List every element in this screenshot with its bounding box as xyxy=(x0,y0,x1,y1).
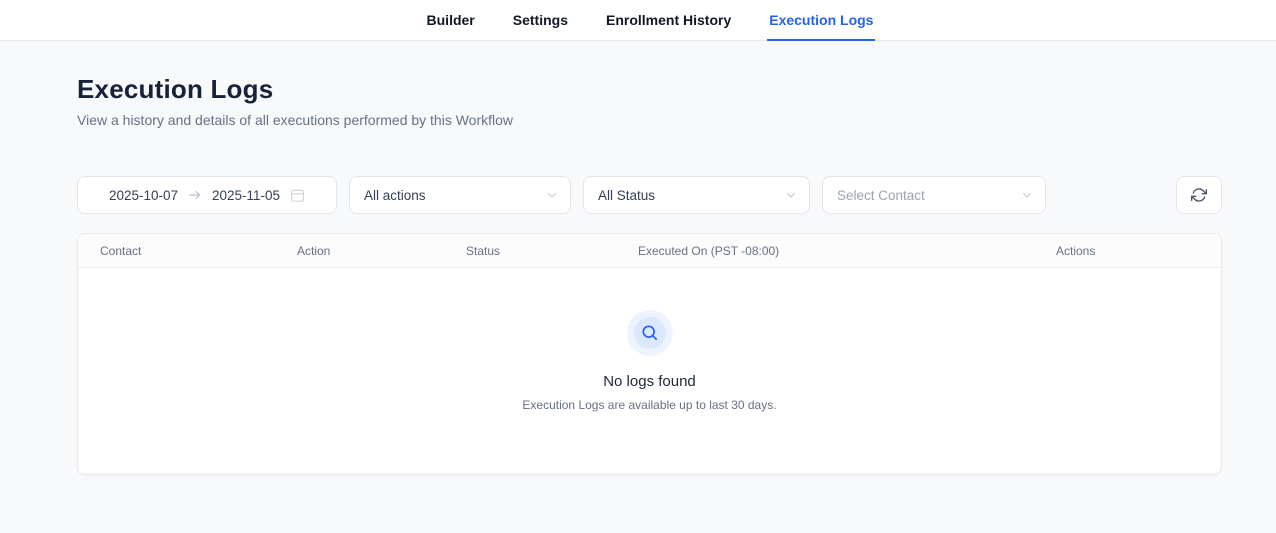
column-header-action: Action xyxy=(297,244,466,258)
empty-state-caption: Execution Logs are available up to last … xyxy=(522,398,776,412)
logs-table-card: Contact Action Status Executed On (PST -… xyxy=(77,233,1222,475)
refresh-button[interactable] xyxy=(1176,176,1222,214)
status-filter-value: All Status xyxy=(598,188,655,203)
execution-logs-page: Execution Logs View a history and detail… xyxy=(0,41,1276,475)
contact-filter-placeholder: Select Contact xyxy=(837,188,925,203)
chevron-down-icon xyxy=(785,189,797,201)
calendar-icon xyxy=(290,188,305,203)
actions-filter-value: All actions xyxy=(364,188,426,203)
logs-table-header: Contact Action Status Executed On (PST -… xyxy=(78,234,1221,268)
page-title: Execution Logs xyxy=(77,74,1222,105)
date-range-picker[interactable]: 2025-10-07 2025-11-05 xyxy=(77,176,337,214)
column-header-actions: Actions xyxy=(1056,244,1221,258)
column-header-contact: Contact xyxy=(78,244,297,258)
tab-enrollment-history[interactable]: Enrollment History xyxy=(604,0,733,41)
column-header-status: Status xyxy=(466,244,638,258)
chevron-down-icon xyxy=(1021,189,1033,201)
tab-builder[interactable]: Builder xyxy=(425,0,477,41)
tab-settings[interactable]: Settings xyxy=(511,0,570,41)
tab-execution-logs[interactable]: Execution Logs xyxy=(767,0,875,41)
date-start[interactable]: 2025-10-07 xyxy=(109,188,178,203)
page-subtitle: View a history and details of all execut… xyxy=(77,112,1222,128)
refresh-icon xyxy=(1191,187,1207,203)
empty-state: No logs found Execution Logs are availab… xyxy=(78,268,1221,475)
empty-state-halo xyxy=(627,310,673,356)
actions-filter-select[interactable]: All actions xyxy=(349,176,571,214)
empty-state-halo-inner xyxy=(634,317,666,349)
column-header-executed-on: Executed On (PST -08:00) xyxy=(638,244,1056,258)
empty-state-title: No logs found xyxy=(603,373,696,390)
workflow-top-nav: Builder Settings Enrollment History Exec… xyxy=(0,0,1276,41)
status-filter-select[interactable]: All Status xyxy=(583,176,810,214)
chevron-down-icon xyxy=(546,189,558,201)
date-end[interactable]: 2025-11-05 xyxy=(212,188,280,203)
contact-filter-select[interactable]: Select Contact xyxy=(822,176,1046,214)
arrow-right-icon xyxy=(188,188,202,202)
filter-bar: 2025-10-07 2025-11-05 All actions xyxy=(77,176,1222,214)
search-icon xyxy=(640,323,660,343)
